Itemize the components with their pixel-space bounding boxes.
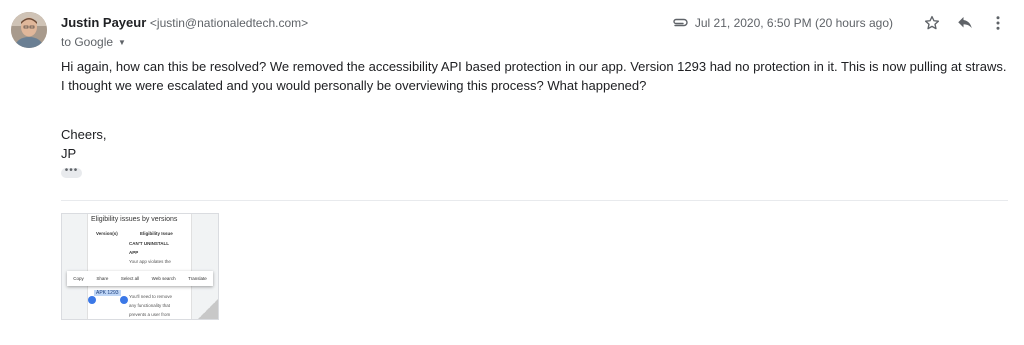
message-actions: Jul 21, 2020, 6:50 PM (20 hours ago) bbox=[671, 11, 1010, 35]
show-trimmed-content-button[interactable]: ••• bbox=[61, 166, 82, 178]
context-menu: Copy Share Select all Web search Transla… bbox=[67, 271, 213, 286]
more-vert-icon[interactable] bbox=[986, 11, 1010, 35]
attachment-issue-line: CAN'T UNINSTALL bbox=[129, 241, 169, 246]
recipient-label: to Google bbox=[61, 35, 114, 49]
menu-item-web-search: Web search bbox=[151, 276, 176, 281]
menu-item-copy: Copy bbox=[73, 276, 84, 281]
sender-name[interactable]: Justin Payeur bbox=[61, 15, 146, 30]
attachment-detail-line: prevents a user from bbox=[129, 312, 171, 317]
selected-text: APK 1293 bbox=[94, 290, 121, 296]
reply-icon[interactable] bbox=[953, 11, 977, 35]
signature-text: JP bbox=[61, 145, 77, 161]
page-fold-corner bbox=[198, 299, 218, 319]
menu-item-share: Share bbox=[96, 276, 109, 281]
attachment-thumbnail[interactable]: Eligibility issues by versions Version(s… bbox=[61, 213, 219, 320]
attachment-issue-line: APP bbox=[129, 250, 139, 255]
menu-item-select-all: Select all bbox=[120, 276, 140, 281]
menu-item-translate: Translate bbox=[188, 276, 207, 281]
message-body: Hi again, how can this be resolved? We r… bbox=[61, 58, 1011, 95]
message-signature: Cheers, JP bbox=[61, 126, 107, 163]
sender-email: <justin@nationaledtech.com> bbox=[149, 16, 309, 30]
recipient-line[interactable]: to Google ▼ bbox=[61, 35, 126, 49]
sender-line: Justin Payeur <justin@nationaledtech.com… bbox=[61, 15, 308, 30]
caret-down-icon[interactable]: ▼ bbox=[118, 38, 126, 47]
paperclip-icon bbox=[671, 16, 689, 30]
attachment-divider bbox=[61, 200, 1008, 201]
attachment-detail-line: any functionality that bbox=[129, 303, 171, 308]
attachment-title: Eligibility issues by versions bbox=[91, 216, 178, 223]
attachment-detail-line: You'll need to remove bbox=[129, 294, 172, 299]
message-date: Jul 21, 2020, 6:50 PM (20 hours ago) bbox=[694, 16, 893, 30]
star-icon[interactable] bbox=[920, 11, 944, 35]
selection-handle-left bbox=[88, 296, 96, 304]
message-text: Hi again, how can this be resolved? We r… bbox=[61, 59, 1007, 93]
attachment-issue-line: Your app violates the bbox=[129, 259, 171, 264]
signoff-text: Cheers, bbox=[61, 127, 107, 142]
attachment-col-issue: Eligibility Issue bbox=[140, 231, 173, 236]
attachment-col-version: Version(s) bbox=[96, 231, 118, 236]
selection-handle-right bbox=[120, 296, 128, 304]
avatar[interactable] bbox=[11, 12, 47, 48]
